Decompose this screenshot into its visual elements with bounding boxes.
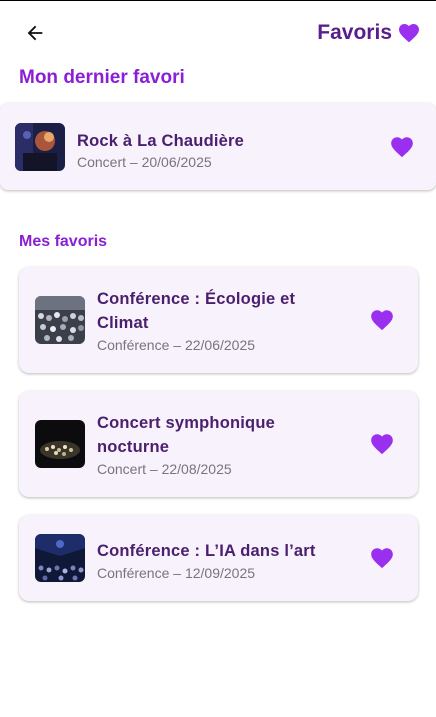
section-title-latest: Mon dernier favori	[19, 67, 185, 88]
back-button[interactable]	[20, 18, 50, 48]
event-thumbnail	[35, 534, 85, 582]
app-header: Favoris	[0, 0, 436, 66]
arrow-left-icon	[27, 25, 43, 41]
heart-icon	[399, 24, 419, 43]
event-title: Rock à La Chaudière	[77, 132, 245, 150]
event-subtitle: Conférence – 22/06/2025	[97, 337, 256, 353]
event-thumbnail	[35, 296, 85, 344]
favorite-card[interactable]: Conférence : L’IA dans l’art Conférence …	[19, 515, 418, 601]
favorite-card[interactable]: Concert symphonique nocturne Concert – 2…	[19, 391, 418, 497]
page-title: Favoris	[317, 21, 392, 44]
event-subtitle: Conférence – 12/09/2025	[97, 565, 256, 581]
favorite-card[interactable]: Conférence : Écologie et Climat Conféren…	[19, 267, 418, 373]
event-title: Conférence : L’IA dans l’art	[97, 542, 316, 560]
heart-icon[interactable]	[369, 307, 395, 333]
event-subtitle: Concert – 20/06/2025	[77, 154, 212, 170]
event-title: Concert symphonique nocturne	[97, 414, 275, 456]
event-subtitle: Concert – 22/08/2025	[97, 461, 232, 477]
event-title: Conférence : Écologie et Climat	[97, 290, 296, 332]
heart-icon[interactable]	[369, 431, 395, 457]
heart-icon[interactable]	[369, 545, 395, 571]
event-thumbnail	[35, 420, 85, 468]
latest-favorite-card[interactable]: Rock à La Chaudière Concert – 20/06/2025	[0, 103, 436, 190]
heart-icon[interactable]	[389, 134, 415, 160]
event-thumbnail	[15, 123, 65, 171]
section-title-favorites: Mes favoris	[19, 233, 108, 250]
